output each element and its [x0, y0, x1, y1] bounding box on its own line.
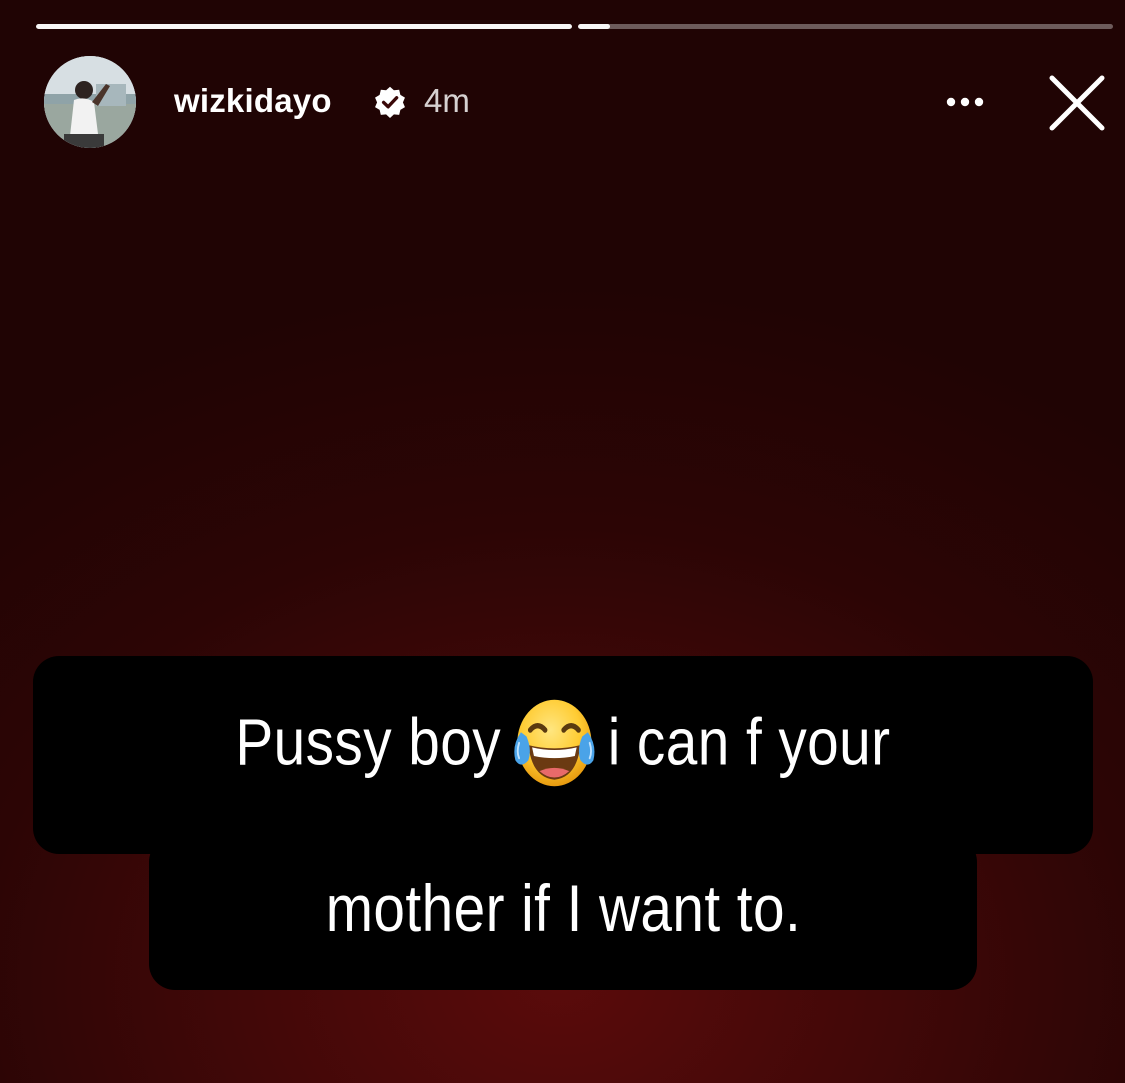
caption-line-1: Pussy boy i can f your: [235, 693, 890, 817]
close-icon[interactable]: [1044, 70, 1110, 136]
progress-segment-1: [36, 24, 572, 29]
progress-segment-2: [577, 24, 1113, 29]
post-timestamp: 4m: [424, 82, 470, 119]
verified-badge-icon: [375, 86, 405, 118]
caption-block-1: Pussy boy i can f your: [33, 656, 1093, 854]
story-viewer: wizkidayo 4m mother if I want to. Pussy …: [0, 0, 1125, 1083]
avatar-photo: [44, 56, 136, 148]
more-options-icon[interactable]: [940, 82, 990, 122]
progress-fill-2: [577, 24, 610, 29]
caption-text-before-emoji: Pussy boy: [235, 704, 502, 779]
caption-line-2: mother if I want to.: [325, 871, 801, 945]
face-with-tears-of-joy-emoji: [514, 699, 595, 787]
caption-block-2: mother if I want to.: [149, 836, 977, 990]
story-progress-bar: [36, 24, 1113, 30]
caption-text-after-emoji: i can f your: [607, 704, 891, 779]
story-header: wizkidayo 4m: [44, 56, 1114, 148]
username[interactable]: wizkidayo: [174, 82, 332, 120]
progress-fill-1: [36, 24, 572, 29]
avatar[interactable]: [44, 56, 136, 148]
